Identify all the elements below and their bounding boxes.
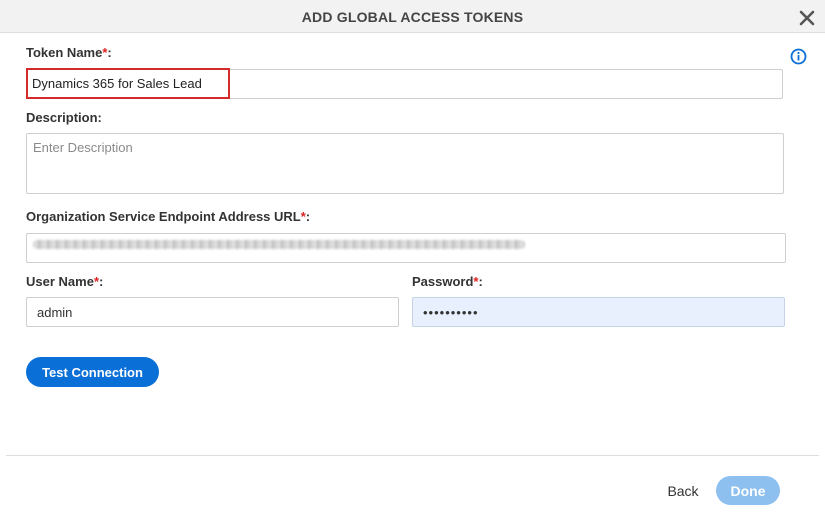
- token-name-label: Token Name*:: [26, 45, 112, 60]
- dialog-title: ADD GLOBAL ACCESS TOKENS: [301, 9, 524, 25]
- description-input[interactable]: [26, 133, 784, 194]
- description-label: Description:: [26, 110, 102, 125]
- test-connection-button[interactable]: Test Connection: [26, 357, 159, 387]
- label-colon: :: [305, 209, 311, 224]
- footer-divider: [6, 455, 819, 456]
- dialog-header: ADD GLOBAL ACCESS TOKENS: [0, 0, 825, 33]
- password-label: Password*:: [412, 274, 483, 289]
- endpoint-url-label-text: Organization Service Endpoint Address UR…: [26, 209, 301, 224]
- password-label-text: Password: [412, 274, 474, 289]
- user-name-label-text: User Name: [26, 274, 94, 289]
- back-button[interactable]: Back: [660, 481, 706, 501]
- token-name-value: Dynamics 365 for Sales Lead: [32, 76, 202, 91]
- close-icon[interactable]: [798, 9, 816, 27]
- token-name-label-text: Token Name: [26, 45, 103, 60]
- done-button[interactable]: Done: [716, 476, 780, 505]
- label-colon: :: [478, 274, 483, 289]
- user-name-input[interactable]: [26, 297, 399, 327]
- label-colon: :: [107, 45, 112, 60]
- endpoint-url-redacted-value: [33, 240, 525, 249]
- label-colon: :: [99, 274, 104, 289]
- endpoint-url-label: Organization Service Endpoint Address UR…: [26, 209, 310, 224]
- user-name-label: User Name*:: [26, 274, 103, 289]
- password-input[interactable]: [412, 297, 785, 327]
- info-icon[interactable]: [790, 48, 807, 65]
